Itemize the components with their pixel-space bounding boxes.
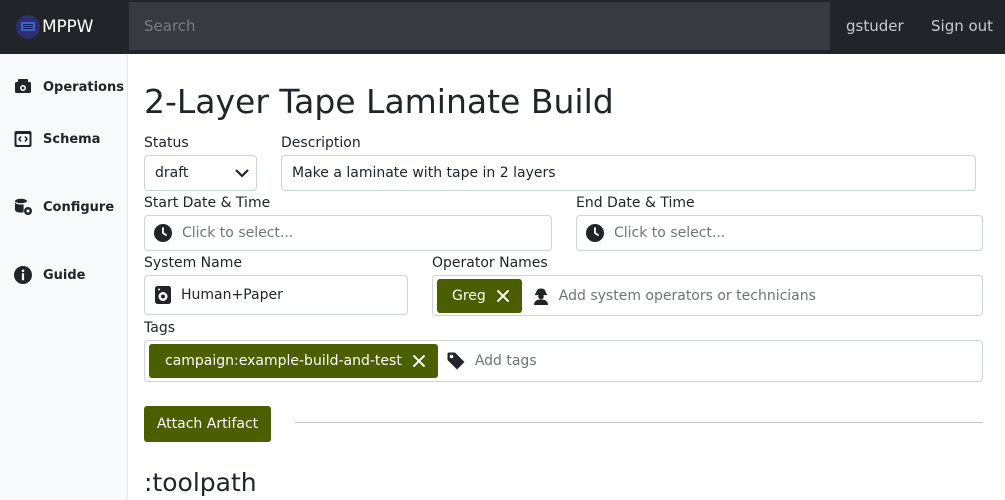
brand[interactable]: MPPW: [16, 10, 93, 44]
description-value: Make a laminate with tape in 2 layers: [292, 165, 556, 181]
start-date-picker[interactable]: Click to select...: [144, 215, 552, 251]
system-name-input[interactable]: Human+Paper: [144, 275, 408, 315]
sidebar-item-guide[interactable]: Guide: [12, 264, 86, 286]
close-icon[interactable]: [412, 354, 426, 368]
tags-label: Tags: [144, 320, 175, 336]
sidebar-item-label: Guide: [43, 267, 86, 283]
info-icon: [12, 264, 34, 286]
system-icon: [154, 285, 172, 305]
sidebar-item-label: Operations: [43, 79, 124, 95]
sidebar: Operations Schema Configure Guide: [0, 54, 128, 500]
user-link[interactable]: gstuder: [846, 17, 904, 35]
tags-placeholder: Add tags: [474, 353, 537, 369]
brand-logo-icon: [16, 15, 40, 39]
sidebar-item-configure[interactable]: Configure: [12, 196, 114, 218]
divider: [295, 422, 983, 423]
top-navbar: MPPW gstuder Sign out: [0, 0, 1005, 54]
configure-icon: [12, 196, 34, 218]
operator-names-input[interactable]: Greg Add system operators or technicians: [432, 275, 983, 316]
chip-label: Greg: [452, 287, 486, 304]
operator-names-placeholder: Add system operators or technicians: [558, 287, 816, 304]
search-input[interactable]: [129, 2, 830, 50]
operations-icon: [12, 76, 34, 98]
sidebar-item-label: Schema: [43, 131, 101, 147]
worker-icon: [532, 286, 550, 306]
system-name-value: Human+Paper: [181, 287, 283, 303]
clock-icon: [585, 223, 605, 243]
page-title: 2-Layer Tape Laminate Build: [144, 82, 614, 121]
schema-icon: [12, 128, 34, 150]
section-title-toolpath: :toolpath: [144, 468, 257, 497]
status-value: draft: [155, 165, 189, 181]
operator-names-label: Operator Names: [432, 255, 548, 271]
tag-chip: campaign:example-build-and-test: [149, 344, 438, 378]
brand-name: MPPW: [42, 17, 94, 37]
description-label: Description: [281, 135, 361, 151]
end-date-placeholder: Click to select...: [614, 225, 726, 241]
tag-icon: [446, 351, 466, 371]
close-icon[interactable]: [496, 289, 510, 303]
chip-label: campaign:example-build-and-test: [165, 353, 402, 369]
signout-link[interactable]: Sign out: [931, 17, 993, 35]
sidebar-item-schema[interactable]: Schema: [12, 128, 100, 150]
attach-artifact-button[interactable]: Attach Artifact: [144, 406, 271, 442]
end-date-picker[interactable]: Click to select...: [576, 215, 983, 251]
sidebar-item-operations[interactable]: Operations: [12, 76, 124, 98]
end-date-label: End Date & Time: [576, 195, 695, 211]
start-date-placeholder: Click to select...: [182, 225, 294, 241]
clock-icon: [153, 223, 173, 243]
operator-chip: Greg: [437, 278, 522, 313]
system-name-label: System Name: [144, 255, 242, 271]
status-label: Status: [144, 135, 189, 151]
sidebar-item-label: Configure: [43, 199, 115, 215]
start-date-label: Start Date & Time: [144, 195, 271, 211]
description-input[interactable]: Make a laminate with tape in 2 layers: [281, 155, 976, 191]
chevron-down-icon: [234, 165, 249, 179]
status-select[interactable]: draft: [144, 155, 257, 191]
tags-input[interactable]: campaign:example-build-and-test Add tags: [144, 340, 983, 382]
